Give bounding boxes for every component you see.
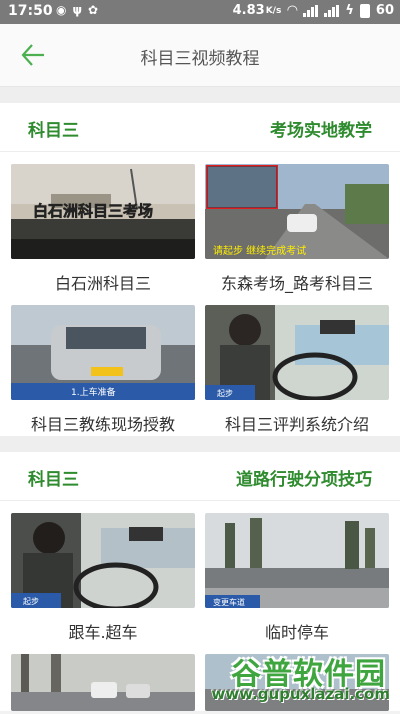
status-time: 17:50	[8, 3, 53, 19]
status-bar: 17:50 ◉ ψ ✿ 4.83 K/s ◠ ϟ 60	[0, 0, 400, 24]
video-card[interactable]	[11, 654, 195, 714]
signal-icon-2	[324, 4, 340, 17]
video-card[interactable]: 请起步 继续完成考试 东森考场_路考科目三	[205, 164, 389, 300]
charging-icon: ϟ	[345, 3, 354, 18]
app-icon: ✿	[88, 3, 99, 17]
video-title: 白石洲科目三	[54, 274, 151, 293]
video-thumbnail[interactable]: 1.上车准备	[11, 305, 195, 400]
usb-icon: ψ	[72, 3, 83, 17]
app-bar: 科目三视频教程	[0, 24, 400, 87]
video-thumbnail[interactable]: 白石洲科目三考场	[11, 164, 195, 259]
thumb-text: 1.上车准备	[71, 386, 116, 398]
battery-level: 60	[375, 3, 394, 18]
video-card[interactable]	[205, 654, 389, 714]
speed-unit: K/s	[265, 5, 282, 16]
video-card[interactable]: 1.上车准备 科目三教练现场授教	[11, 305, 195, 441]
record-icon: ◉	[56, 3, 67, 17]
video-card[interactable]: 白石洲科目三考场 白石洲科目三	[11, 164, 195, 300]
notification-icons: ◉ ψ ✿	[56, 3, 98, 17]
page-title: 科目三视频教程	[140, 49, 260, 69]
divider	[0, 436, 400, 452]
video-thumbnail[interactable]	[11, 654, 195, 711]
video-thumbnail[interactable]	[205, 654, 389, 711]
section-header-2: 科目三 道路行驶分项技巧	[0, 452, 400, 501]
video-thumbnail[interactable]: 起步	[205, 305, 389, 400]
speed-value: 4.83	[232, 3, 265, 18]
status-right: 4.83 K/s ◠ ϟ 60	[233, 3, 394, 18]
video-thumbnail[interactable]: 起步	[11, 513, 195, 608]
video-grid-1: 白石洲科目三考场 白石洲科目三 请起步 继续完成考试 东森考场_路考科目三 1.…	[0, 152, 400, 436]
section-category: 科目三	[28, 121, 79, 141]
video-title: 科目三教练现场授教	[30, 415, 175, 434]
thumb-text: 变更车道	[213, 597, 245, 607]
video-thumbnail[interactable]: 请起步 继续完成考试	[205, 164, 389, 259]
video-grid-2: 起步 跟车.超车 变更车道 临时停车	[0, 501, 400, 711]
video-card[interactable]: 起步 跟车.超车	[11, 513, 195, 649]
thumb-text: 白石洲科目三考场	[33, 202, 153, 220]
battery-icon	[359, 3, 370, 18]
video-card[interactable]: 起步 科目三评判系统介绍	[205, 305, 389, 441]
video-thumbnail[interactable]: 变更车道	[205, 513, 389, 608]
section-category: 科目三	[28, 470, 79, 490]
section-subtitle[interactable]: 考场实地教学	[270, 116, 372, 141]
signal-icon	[303, 4, 319, 17]
video-title: 跟车.超车	[68, 623, 138, 642]
section-subtitle[interactable]: 道路行驶分项技巧	[236, 465, 372, 490]
divider	[0, 87, 400, 103]
thumb-text: 起步	[23, 597, 39, 606]
thumb-text: 请起步 继续完成考试	[213, 244, 306, 257]
thumb-text: 起步	[217, 389, 233, 398]
video-title: 临时停车	[264, 623, 329, 642]
video-title: 科目三评判系统介绍	[224, 415, 369, 434]
video-card[interactable]: 变更车道 临时停车	[205, 513, 389, 649]
section-header-1: 科目三 考场实地教学	[0, 103, 400, 152]
video-title: 东森考场_路考科目三	[220, 274, 373, 293]
wifi-icon: ◠	[287, 3, 298, 18]
